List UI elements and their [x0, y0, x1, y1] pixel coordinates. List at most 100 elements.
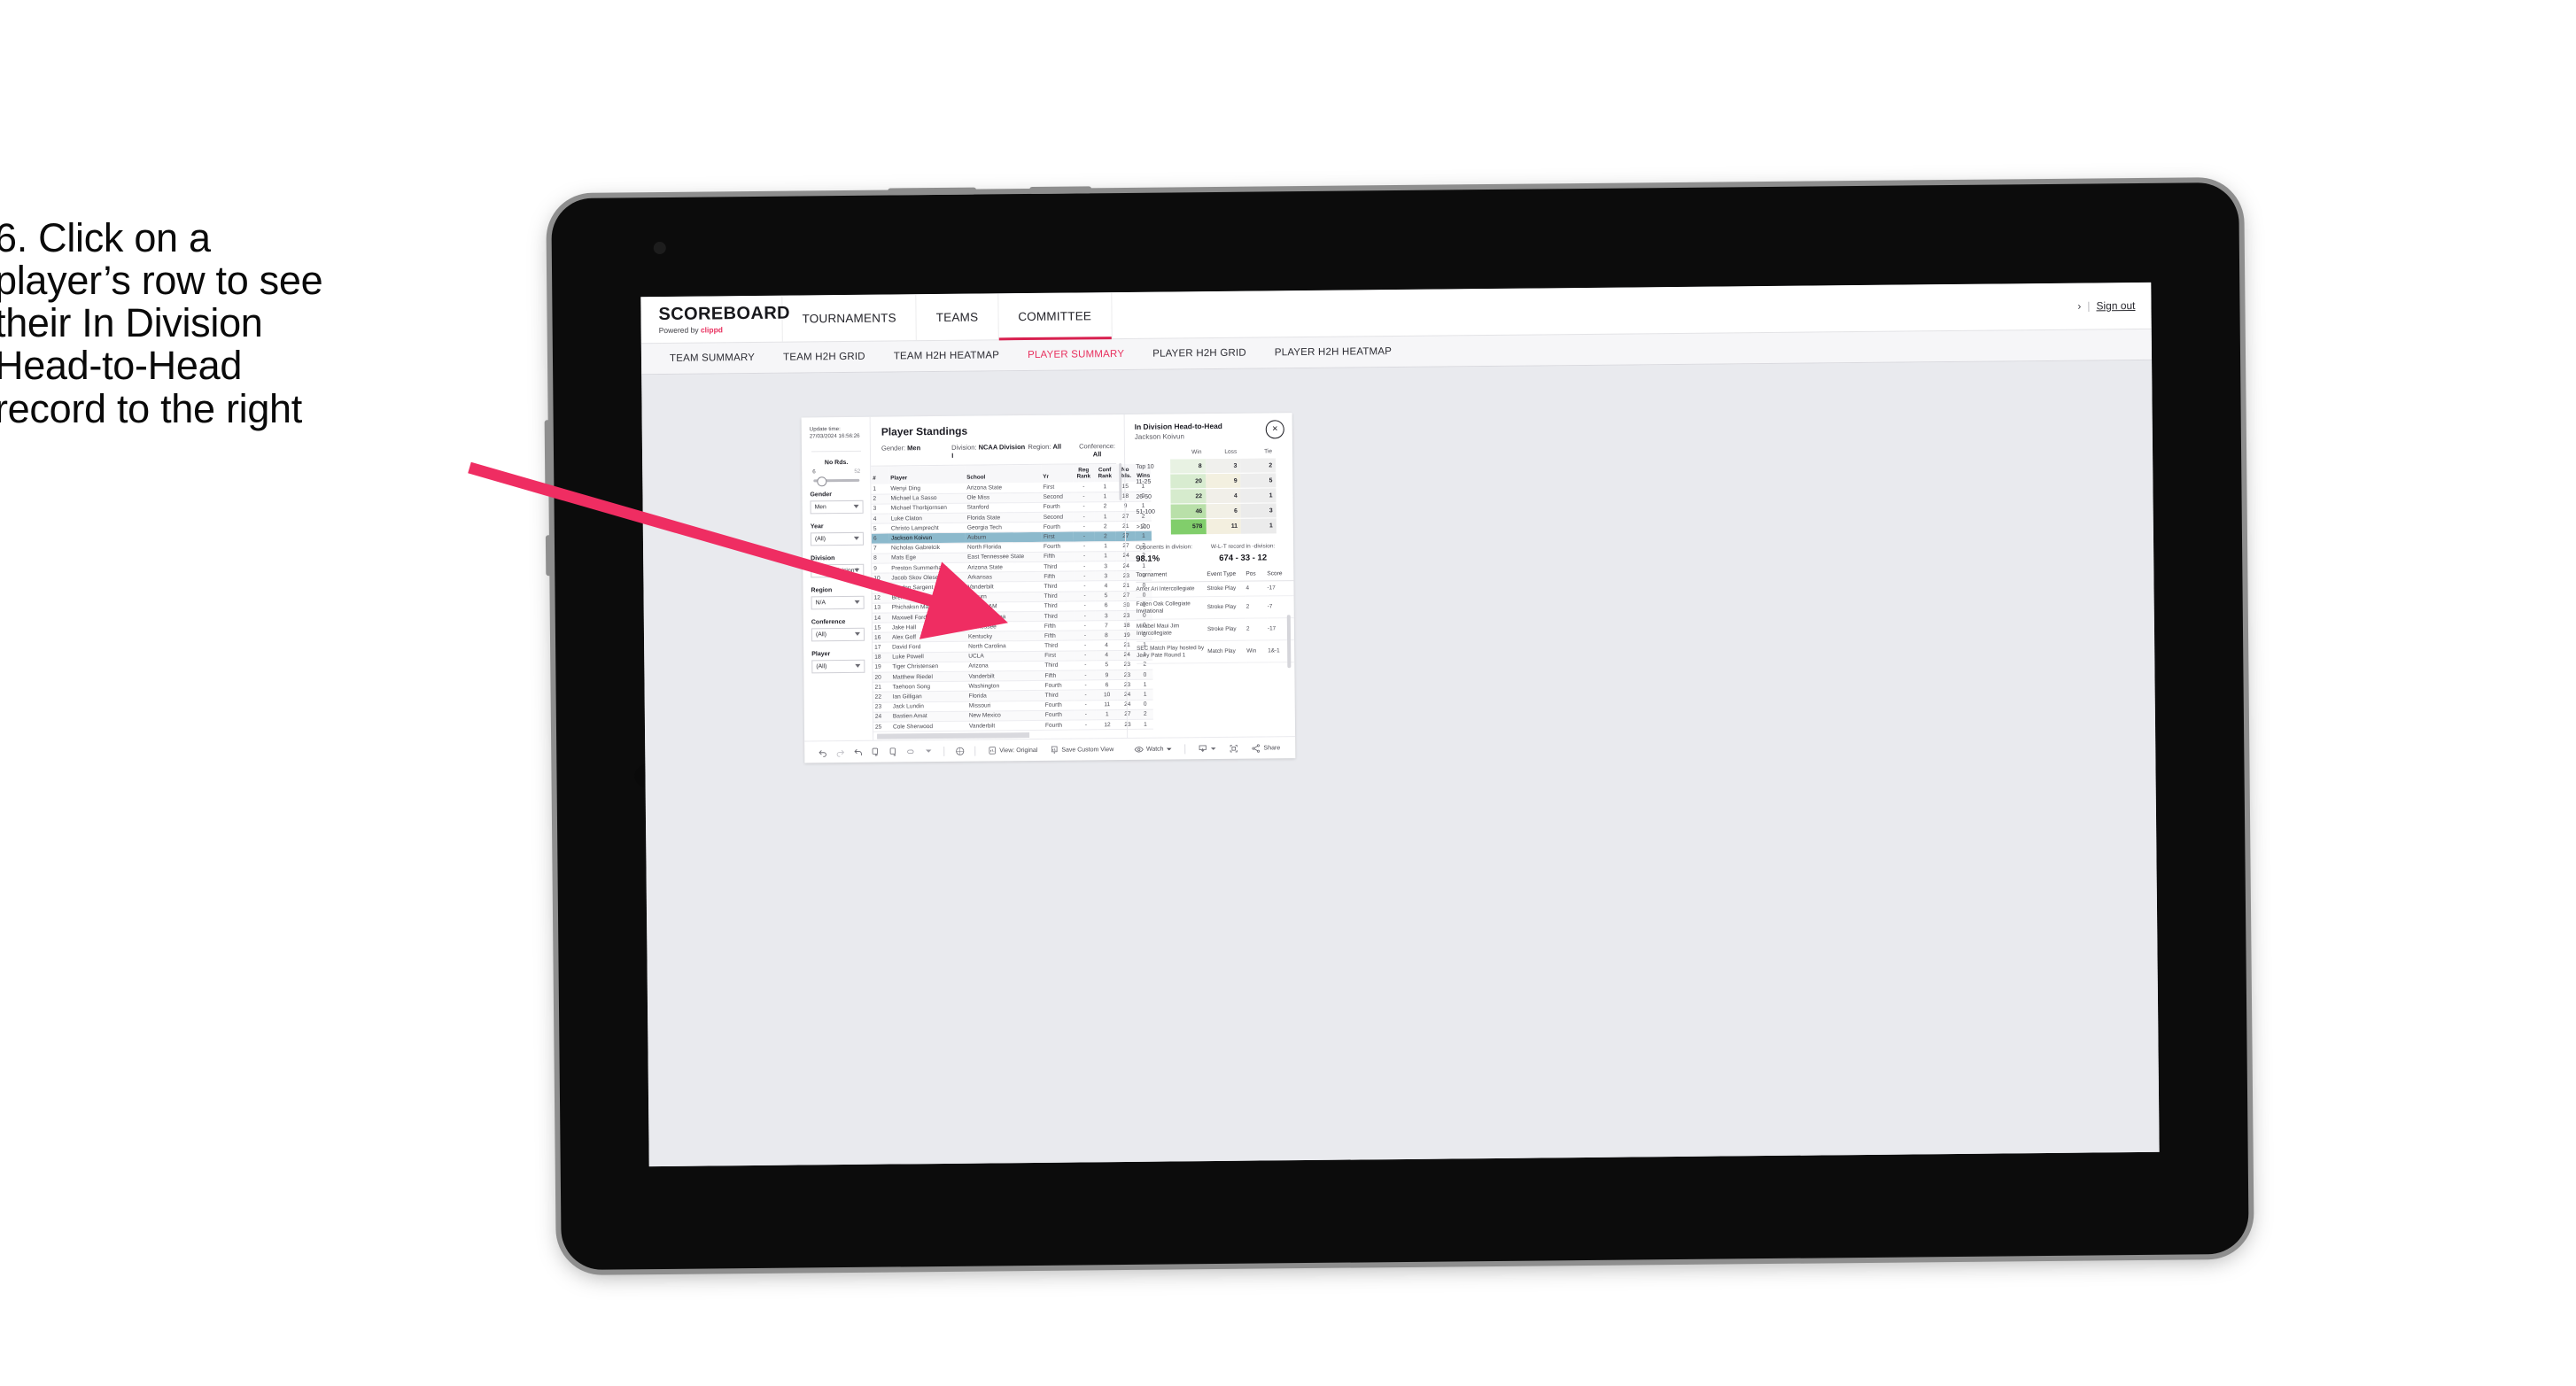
subnav-item-player-h2h-heatmap[interactable]: PLAYER H2H HEATMAP: [1261, 346, 1406, 359]
cell-player: Michael La Sasso: [888, 492, 966, 504]
subnav-item-team-h2h-grid[interactable]: TEAM H2H GRID: [769, 352, 880, 363]
subnav-item-team-h2h-heatmap[interactable]: TEAM H2H HEATMAP: [880, 350, 1013, 361]
brand-logo[interactable]: SCOREBOARD Powered by clippd: [640, 295, 790, 344]
viz-body: Update time: 27/03/2024 16:56:26 No Rds.…: [801, 413, 1296, 741]
filter-conference-select[interactable]: (All): [811, 627, 865, 642]
tournament-row[interactable]: Fallen Oak Collegiate Invitational Stroke…: [1136, 595, 1294, 619]
no-rounds-slider[interactable]: No Rds. 6 52: [810, 460, 863, 487]
topnav-item-teams[interactable]: TEAMS: [916, 293, 999, 341]
side-button-1[interactable]: [544, 420, 553, 492]
vertical-scrollbar[interactable]: [1119, 463, 1122, 501]
filter-year-select[interactable]: (All): [810, 531, 865, 546]
power-button[interactable]: [888, 187, 977, 196]
cell-player: Maxwell Ford: [889, 612, 966, 623]
col-school[interactable]: School: [965, 464, 1042, 484]
share-label: Share: [1263, 744, 1281, 751]
col-player[interactable]: Player: [888, 465, 966, 484]
col-no[interactable]: #: [871, 466, 889, 485]
revert-icon[interactable]: [849, 747, 866, 756]
instruction-line-5: record to the right: [0, 385, 302, 431]
tournament-pos: 4: [1245, 580, 1268, 596]
horizontal-scrollbar[interactable]: [877, 732, 1030, 739]
tournament-row[interactable]: Amer Ari Intercollegiate Stroke Play 4 -17: [1136, 580, 1294, 597]
cell-conf-rank: 10: [1096, 689, 1118, 701]
filter-gender-select[interactable]: Men: [810, 499, 864, 515]
share-button[interactable]: Share: [1245, 743, 1286, 753]
filter-conference: Conference (All): [811, 619, 865, 642]
view-original-button[interactable]: View: Original: [982, 746, 1044, 755]
col-yr[interactable]: Yr: [1041, 464, 1074, 484]
slider-track[interactable]: [813, 476, 860, 487]
cell-yr: Third: [1043, 640, 1075, 652]
col-reg-rank[interactable]: Reg Rank: [1073, 464, 1095, 483]
cell-conf-rank: 8: [1095, 630, 1118, 641]
slider-max: 52: [854, 468, 861, 475]
cell-school: Texas A&M: [966, 601, 1043, 613]
cell-school: Arizona State: [965, 483, 1042, 493]
chevron-down-icon[interactable]: [919, 747, 937, 755]
save-custom-view-button[interactable]: Save Custom View: [1044, 745, 1120, 755]
close-icon[interactable]: ×: [1265, 420, 1284, 439]
highlight-icon[interactable]: [902, 747, 919, 756]
tournament-name: Amer Ari Intercollegiate: [1136, 581, 1207, 597]
h2h-vertical-scrollbar[interactable]: [1286, 615, 1292, 669]
chevron-down-icon: [854, 600, 860, 604]
cell-yr: Second: [1041, 492, 1074, 503]
cell-conf-rank: 3: [1095, 561, 1117, 571]
download-button[interactable]: [1191, 743, 1222, 753]
undo-icon[interactable]: [813, 747, 831, 757]
redo-icon[interactable]: [831, 747, 849, 757]
slider-knob[interactable]: [817, 476, 827, 487]
topnav-item-tournaments[interactable]: TOURNAMENTS: [782, 294, 918, 342]
fullscreen-button[interactable]: [1222, 743, 1245, 753]
tournament-score: -7: [1267, 595, 1294, 618]
cell-yr: Third: [1043, 660, 1075, 671]
dashboard-icon[interactable]: [950, 746, 968, 755]
subnav-item-team-summary[interactable]: TEAM SUMMARY: [656, 352, 769, 364]
h2h-summary: Opponents in division: 98.1% W-L-T recor…: [1136, 543, 1284, 564]
cell-yr: First: [1043, 650, 1075, 662]
cell-reg-rank: -: [1074, 631, 1097, 641]
cell-reg-rank: -: [1075, 670, 1097, 681]
watch-button[interactable]: Watch: [1128, 744, 1179, 755]
cell-conf-rank: 4: [1095, 580, 1117, 592]
tcol-score: Score: [1267, 569, 1294, 581]
summary-record-label: W-L-T record in -division:: [1210, 542, 1276, 550]
cell-school: Auburn: [966, 591, 1043, 602]
subnav-item-player-summary[interactable]: PLAYER SUMMARY: [1013, 349, 1138, 360]
col-conf-rank[interactable]: Conf Rank: [1094, 464, 1116, 483]
cell-player: Alex Goff: [889, 631, 967, 643]
side-button-2[interactable]: [545, 535, 554, 577]
filter-player-select[interactable]: (All): [811, 659, 865, 674]
subnav-item-player-h2h-grid[interactable]: PLAYER H2H GRID: [1138, 347, 1261, 360]
refresh-icon[interactable]: [866, 747, 884, 756]
filter-region-label: Region: [811, 586, 833, 594]
cell-player: Phichaksn Maichon: [889, 601, 966, 613]
tournament-row[interactable]: SEC Match Play hosted by Jerry Pate Roun…: [1137, 639, 1295, 663]
tournament-row[interactable]: Mirabel Maui Jim Intercollegiate Stroke P…: [1136, 617, 1295, 641]
filter-division: Division NCAA Division I: [811, 555, 865, 578]
filter-division-select[interactable]: NCAA Division I: [811, 563, 865, 578]
filter-region-select[interactable]: N/A: [811, 595, 865, 610]
cell-conf-rank: 12: [1096, 719, 1119, 730]
powered-prefix: Powered by: [658, 325, 701, 335]
sign-out-link[interactable]: Sign out: [2096, 299, 2135, 312]
volume-button[interactable]: [1029, 186, 1092, 194]
filter-gender-value: Men: [814, 503, 826, 511]
cell-reg-rank: -: [1073, 531, 1095, 542]
h2h-band: >100: [1136, 523, 1151, 530]
tournament-event-type: Stroke Play: [1207, 617, 1247, 641]
viz-toolbar: View: Original Save Custom View Watch Sh…: [804, 736, 1296, 763]
cell-conf-rank: 6: [1095, 600, 1117, 611]
pause-icon[interactable]: [884, 747, 902, 756]
cell-player: Tiger Christensen: [890, 662, 967, 673]
topnav-item-committee[interactable]: COMMITTEE: [998, 292, 1113, 340]
cell-no: 1: [871, 484, 889, 494]
view-original-label: View: Original: [999, 747, 1038, 754]
cell-yr: Fourth: [1043, 680, 1075, 691]
camera-icon: [653, 241, 666, 255]
cell-reg-rank: -: [1073, 541, 1096, 552]
cell-school: North Carolina: [966, 640, 1044, 652]
cell-reg-rank: -: [1073, 501, 1095, 513]
chevron-down-icon: [1211, 747, 1216, 750]
